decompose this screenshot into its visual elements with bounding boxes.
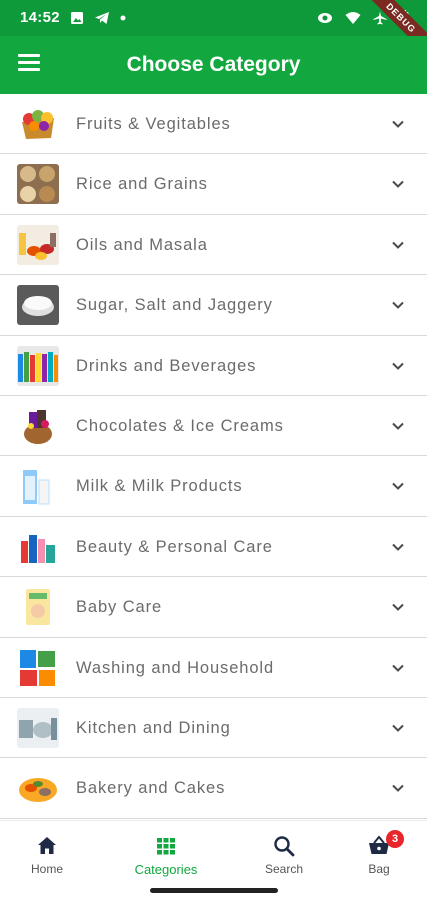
category-row-chocolates[interactable]: Chocolates & Ice Creams	[0, 396, 427, 457]
sugar-bowl-image	[17, 285, 59, 326]
nav-bag-label: Bag	[368, 862, 390, 876]
fruit-basket-image	[17, 104, 59, 144]
page-title: Choose Category	[126, 53, 301, 76]
eye-icon	[318, 13, 332, 23]
dot-icon	[120, 15, 126, 21]
chevron-down-icon[interactable]	[391, 781, 405, 795]
nav-home[interactable]: Home	[2, 821, 92, 883]
category-row-baby[interactable]: Baby Care	[0, 577, 427, 638]
spices-image	[17, 224, 59, 265]
detergent-image	[17, 647, 59, 688]
category-row-drinks[interactable]: Drinks and Beverages	[0, 336, 427, 396]
category-row-oils[interactable]: Oils and Masala	[0, 215, 427, 276]
category-label: Milk & Milk Products	[76, 477, 243, 496]
category-row-bakery[interactable]: Bakery and Cakes	[0, 758, 427, 819]
category-label: Oils and Masala	[76, 235, 208, 254]
category-label: Rice and Grains	[76, 175, 208, 194]
category-label: Kitchen and Dining	[76, 718, 231, 737]
category-row-kitchen[interactable]: Kitchen and Dining	[0, 698, 427, 759]
chevron-down-icon[interactable]	[391, 359, 405, 373]
chevron-down-icon[interactable]	[391, 238, 405, 252]
kitchenware-image	[17, 707, 59, 748]
cosmetics-image	[17, 526, 59, 567]
chevron-down-icon[interactable]	[391, 661, 405, 675]
status-bar: 14:52 DEBUG	[0, 0, 427, 60]
category-row-washing[interactable]: Washing and Household	[0, 638, 427, 698]
chevron-down-icon[interactable]	[391, 721, 405, 735]
chevron-down-icon[interactable]	[391, 600, 405, 614]
bottom-navigation: Home Categories Search 3 Bag	[0, 820, 427, 882]
category-label: Washing and Household	[76, 658, 275, 677]
bakery-image	[17, 768, 59, 809]
category-list: Fruits & Vegitables Rice and Grains Oils…	[0, 94, 427, 819]
milk-carton-image	[17, 466, 59, 507]
nav-search-label: Search	[264, 862, 304, 876]
app-bar: Choose Category	[0, 36, 427, 94]
category-label: Sugar, Salt and Jaggery	[76, 296, 273, 315]
status-time: 14:52	[20, 9, 60, 26]
category-row-milk[interactable]: Milk & Milk Products	[0, 456, 427, 517]
category-label: Bakery and Cakes	[76, 779, 226, 798]
chevron-down-icon[interactable]	[391, 479, 405, 493]
category-row-rice[interactable]: Rice and Grains	[0, 154, 427, 215]
nav-bag[interactable]: 3 Bag	[334, 821, 424, 883]
grid-icon	[157, 838, 175, 855]
category-label: Chocolates & Ice Creams	[76, 416, 284, 435]
nav-categories-label: Categories	[134, 862, 198, 877]
chevron-down-icon[interactable]	[391, 298, 405, 312]
category-row-fruits[interactable]: Fruits & Vegitables	[0, 94, 427, 155]
drink-bottles-image	[17, 345, 59, 386]
nav-search[interactable]: Search	[239, 821, 329, 883]
chevron-down-icon[interactable]	[391, 540, 405, 554]
nav-categories[interactable]: Categories	[121, 821, 211, 883]
category-row-sugar[interactable]: Sugar, Salt and Jaggery	[0, 275, 427, 336]
category-row-beauty[interactable]: Beauty & Personal Care	[0, 517, 427, 578]
category-label: Fruits & Vegitables	[76, 115, 231, 133]
image-icon	[71, 12, 83, 24]
nav-home-label: Home	[30, 862, 63, 876]
grain-bowls-image	[17, 164, 59, 205]
category-label: Baby Care	[76, 598, 163, 617]
telegram-icon	[95, 12, 109, 24]
chevron-down-icon[interactable]	[391, 419, 405, 433]
wifi-icon	[345, 12, 361, 24]
diaper-pack-image	[17, 587, 59, 628]
gesture-handle[interactable]	[150, 888, 278, 893]
chocolate-basket-image	[17, 405, 59, 446]
category-label: Beauty & Personal Care	[76, 537, 273, 556]
chevron-down-icon[interactable]	[391, 117, 405, 131]
home-icon	[38, 837, 56, 854]
category-label: Drinks and Beverages	[76, 356, 257, 375]
chevron-down-icon[interactable]	[391, 177, 405, 191]
cart-count-badge: 3	[386, 830, 404, 848]
gesture-area	[0, 882, 427, 900]
search-icon	[274, 836, 295, 857]
